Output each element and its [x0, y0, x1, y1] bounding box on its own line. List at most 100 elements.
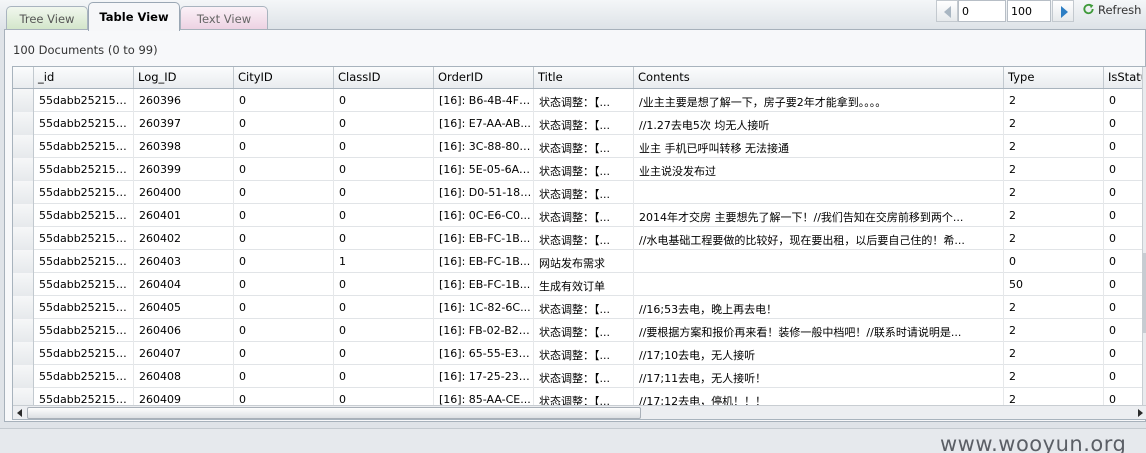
- cell-log-id[interactable]: 260400: [134, 181, 234, 204]
- row-header[interactable]: [13, 250, 34, 273]
- row-header[interactable]: [13, 89, 34, 112]
- column-header-order-id[interactable]: OrderID: [434, 67, 534, 88]
- cell-title[interactable]: 网站发布需求: [534, 250, 634, 273]
- cell-log-id[interactable]: 260403: [134, 250, 234, 273]
- cell-title[interactable]: 生成有效订单: [534, 273, 634, 296]
- row-header[interactable]: [13, 227, 34, 250]
- cell-type[interactable]: 2: [1004, 135, 1104, 158]
- table-row[interactable]: 55dabb252150f... 260397 0 0 [16]: E7-AA-AB..…: [13, 112, 1146, 135]
- cell-class-id[interactable]: 0: [334, 89, 434, 112]
- cell-class-id[interactable]: 0: [334, 112, 434, 135]
- row-header[interactable]: [13, 296, 34, 319]
- cell-type[interactable]: 2: [1004, 89, 1104, 112]
- cell-title[interactable]: 状态调整：【...: [534, 112, 634, 135]
- table-row[interactable]: 55dabb252150f... 260404 0 0 [16]: EB-FC-1B..…: [13, 273, 1146, 296]
- row-header[interactable]: [13, 204, 34, 227]
- cell-title[interactable]: 状态调整：【...: [534, 342, 634, 365]
- refresh-button[interactable]: Refresh: [1078, 0, 1144, 22]
- cell-is-status[interactable]: 0: [1104, 181, 1146, 204]
- vertical-scrollbar[interactable]: [1142, 67, 1146, 419]
- cell-order-id[interactable]: [16]: 3C-88-80-...: [434, 135, 534, 158]
- column-header-log-id[interactable]: Log_ID: [134, 67, 234, 88]
- cell-class-id[interactable]: 0: [334, 296, 434, 319]
- table-row[interactable]: 55dabb252150f... 260407 0 0 [16]: 65-55-E3-.…: [13, 342, 1146, 365]
- cell-log-id[interactable]: 260396: [134, 89, 234, 112]
- cell-is-status[interactable]: 0: [1104, 296, 1146, 319]
- cell-type[interactable]: 2: [1004, 319, 1104, 342]
- cell-class-id[interactable]: 1: [334, 250, 434, 273]
- cell-id[interactable]: 55dabb252150f...: [34, 204, 134, 227]
- cell-id[interactable]: 55dabb252150f...: [34, 319, 134, 342]
- cell-city-id[interactable]: 0: [234, 319, 334, 342]
- cell-order-id[interactable]: [16]: E7-AA-AB...: [434, 112, 534, 135]
- cell-contents[interactable]: 2014年才交房 主要想先了解一下！//我们告知在交房前移到两个...: [634, 204, 1004, 227]
- cell-contents[interactable]: //要根据方案和报价再来看！装修一般中档吧！//联系时请说明是...: [634, 319, 1004, 342]
- cell-contents[interactable]: [634, 273, 1004, 296]
- column-header-title[interactable]: Title: [534, 67, 634, 88]
- table-row[interactable]: 55dabb252150f... 260398 0 0 [16]: 3C-88-80-.…: [13, 135, 1146, 158]
- row-header[interactable]: [13, 365, 34, 388]
- cell-contents[interactable]: //17;10去电，无人接听: [634, 342, 1004, 365]
- tab-tree-view[interactable]: Tree View: [6, 6, 88, 30]
- cell-order-id[interactable]: [16]: 0C-E6-C0...: [434, 204, 534, 227]
- cell-type[interactable]: 0: [1004, 250, 1104, 273]
- cell-order-id[interactable]: [16]: EB-FC-1B...: [434, 227, 534, 250]
- cell-city-id[interactable]: 0: [234, 89, 334, 112]
- cell-id[interactable]: 55dabb252150f...: [34, 158, 134, 181]
- cell-contents[interactable]: //1.27去电5次 均无人接听: [634, 112, 1004, 135]
- column-header-type[interactable]: Type: [1004, 67, 1104, 88]
- cell-id[interactable]: 55dabb252150f...: [34, 273, 134, 296]
- cell-title[interactable]: 状态调整：【...: [534, 227, 634, 250]
- cell-order-id[interactable]: [16]: EB-FC-1B...: [434, 273, 534, 296]
- column-header-city-id[interactable]: CityID: [234, 67, 334, 88]
- cell-title[interactable]: 状态调整：【...: [534, 319, 634, 342]
- cell-log-id[interactable]: 260406: [134, 319, 234, 342]
- cell-contents[interactable]: [634, 250, 1004, 273]
- cell-id[interactable]: 55dabb252150f...: [34, 135, 134, 158]
- row-header[interactable]: [13, 273, 34, 296]
- cell-order-id[interactable]: [16]: 5E-05-6A-...: [434, 158, 534, 181]
- cell-type[interactable]: 2: [1004, 296, 1104, 319]
- cell-class-id[interactable]: 0: [334, 227, 434, 250]
- table-row[interactable]: 55dabb252150f... 260400 0 0 [16]: D0-51-18-.…: [13, 181, 1146, 204]
- cell-contents[interactable]: //水电基础工程要做的比较好，现在要出租，以后要自己住的！希...: [634, 227, 1004, 250]
- cell-log-id[interactable]: 260399: [134, 158, 234, 181]
- cell-type[interactable]: 2: [1004, 227, 1104, 250]
- horizontal-scrollbar[interactable]: [13, 405, 1146, 419]
- cell-is-status[interactable]: 0: [1104, 158, 1146, 181]
- row-header[interactable]: [13, 319, 34, 342]
- cell-city-id[interactable]: 0: [234, 365, 334, 388]
- cell-type[interactable]: 2: [1004, 112, 1104, 135]
- cell-type[interactable]: 2: [1004, 204, 1104, 227]
- table-row[interactable]: 55dabb252150f... 260408 0 0 [16]: 17-25-23-.…: [13, 365, 1146, 388]
- cell-city-id[interactable]: 0: [234, 181, 334, 204]
- cell-log-id[interactable]: 260405: [134, 296, 234, 319]
- cell-is-status[interactable]: 0: [1104, 273, 1146, 296]
- cell-class-id[interactable]: 0: [334, 158, 434, 181]
- cell-is-status[interactable]: 0: [1104, 342, 1146, 365]
- previous-page-button[interactable]: [936, 0, 958, 22]
- cell-class-id[interactable]: 0: [334, 181, 434, 204]
- cell-id[interactable]: 55dabb252150f...: [34, 181, 134, 204]
- cell-type[interactable]: 2: [1004, 181, 1104, 204]
- cell-order-id[interactable]: [16]: 17-25-23-...: [434, 365, 534, 388]
- cell-city-id[interactable]: 0: [234, 273, 334, 296]
- table-row[interactable]: 55dabb252150f... 260403 0 1 [16]: EB-FC-1B..…: [13, 250, 1146, 273]
- cell-contents[interactable]: /业主主要是想了解一下，房子要2年才能拿到。。。。: [634, 89, 1004, 112]
- cell-order-id[interactable]: [16]: EB-FC-1B...: [434, 250, 534, 273]
- cell-type[interactable]: 2: [1004, 342, 1104, 365]
- table-row[interactable]: 55dabb252150f... 260405 0 0 [16]: 1C-82-6C..…: [13, 296, 1146, 319]
- cell-order-id[interactable]: [16]: 1C-82-6C...: [434, 296, 534, 319]
- cell-city-id[interactable]: 0: [234, 342, 334, 365]
- cell-log-id[interactable]: 260404: [134, 273, 234, 296]
- tab-text-view[interactable]: Text View: [180, 6, 268, 30]
- cell-is-status[interactable]: 0: [1104, 89, 1146, 112]
- cell-is-status[interactable]: 0: [1104, 250, 1146, 273]
- cell-is-status[interactable]: 0: [1104, 112, 1146, 135]
- cell-city-id[interactable]: 0: [234, 227, 334, 250]
- cell-contents[interactable]: //17;11去电，无人接听！: [634, 365, 1004, 388]
- column-header-is-status[interactable]: IsStatu: [1104, 67, 1146, 88]
- cell-title[interactable]: 状态调整：【...: [534, 158, 634, 181]
- cell-id[interactable]: 55dabb252150f...: [34, 365, 134, 388]
- cell-type[interactable]: 2: [1004, 365, 1104, 388]
